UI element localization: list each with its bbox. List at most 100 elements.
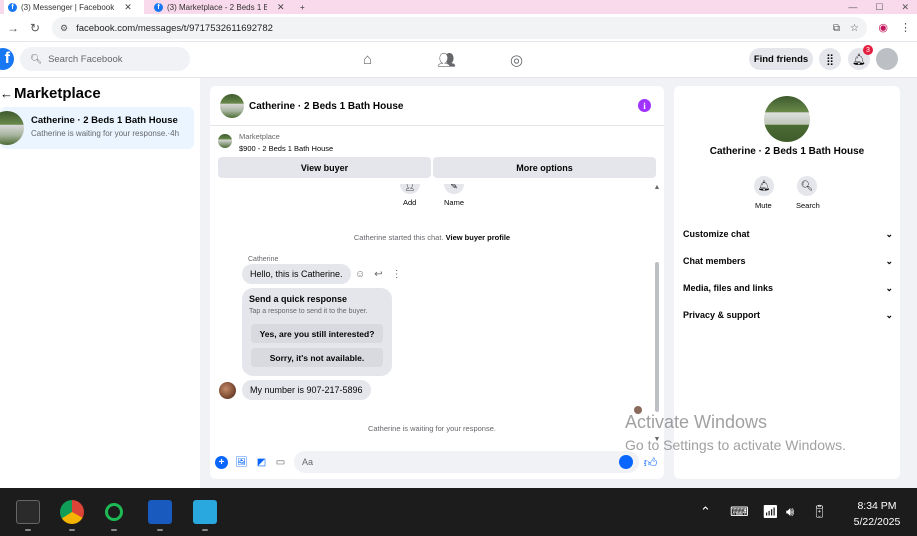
quick-response-option[interactable]: Sorry, it's not available. bbox=[251, 348, 383, 367]
bookmark-star-icon[interactable]: ☆ bbox=[850, 23, 859, 34]
spotify-app-icon[interactable] bbox=[105, 503, 123, 521]
row-label: Privacy & support bbox=[683, 310, 761, 320]
gif-icon[interactable]: ▭ bbox=[274, 456, 287, 469]
add-person-icon[interactable]: 👤︎ bbox=[400, 184, 420, 194]
back-arrow-icon[interactable]: ← bbox=[0, 86, 13, 101]
clock-date: 5/22/2025 bbox=[853, 516, 901, 528]
message-list: 👤︎ Add ✎ Name Catherine started this cha… bbox=[210, 184, 664, 446]
media-files-links-row[interactable]: Media, files and links ⌄ bbox=[683, 283, 893, 294]
browser-tab-strip: f (3) Messenger | Facebook ✕ f (3) Marke… bbox=[0, 0, 917, 14]
sticker-icon[interactable]: ◩ bbox=[255, 456, 268, 469]
message-bubble[interactable]: Hello, this is Catherine. bbox=[242, 264, 351, 284]
scroll-up-icon[interactable]: ▲ bbox=[653, 184, 661, 191]
react-icon[interactable]: ☺ bbox=[355, 269, 365, 280]
profile-icon[interactable]: ◉ bbox=[878, 21, 888, 34]
quick-response-title: Send a quick response bbox=[249, 294, 348, 304]
edit-name-icon[interactable]: ✎ bbox=[444, 184, 464, 194]
facebook-header: f 🔍︎ Search Facebook ⌂ 👥︎ ◎ Find friends… bbox=[0, 42, 917, 78]
more-icon[interactable]: ⋮ bbox=[392, 269, 402, 280]
word-app-icon[interactable] bbox=[148, 500, 172, 524]
message-bubble[interactable]: My number is 907-217-5896 bbox=[242, 380, 371, 400]
address-bar[interactable]: ⚙ facebook.com/messages/t/97175326116927… bbox=[52, 17, 867, 39]
reply-icon[interactable]: ↩ bbox=[374, 269, 382, 280]
facebook-favicon-icon: f bbox=[154, 2, 163, 12]
search-placeholder: Search Facebook bbox=[48, 53, 123, 65]
groups-icon[interactable]: ◎ bbox=[510, 51, 523, 69]
emoji-icon[interactable] bbox=[619, 455, 633, 469]
tab-close-icon[interactable]: ✕ bbox=[277, 2, 285, 13]
plus-icon[interactable]: + bbox=[215, 456, 228, 469]
photo-icon[interactable]: 🖼︎ bbox=[235, 456, 248, 469]
chevron-down-icon: ⌄ bbox=[885, 310, 893, 320]
facebook-logo[interactable]: f bbox=[0, 48, 14, 70]
minimize-icon[interactable]: — bbox=[848, 2, 857, 12]
listing-mini-thumbnail bbox=[218, 134, 232, 148]
quick-response-option[interactable]: Yes, are you still interested? bbox=[251, 324, 383, 343]
started-text: Catherine started this chat. bbox=[353, 233, 444, 242]
install-app-icon[interactable]: ⧉ bbox=[833, 23, 840, 34]
running-indicator bbox=[157, 529, 163, 531]
battery-icon[interactable]: 🔋︎ bbox=[811, 504, 828, 520]
message-input[interactable]: Aa bbox=[294, 451, 639, 473]
menu-grid-icon[interactable]: ⣿ bbox=[819, 48, 841, 70]
maximize-icon[interactable]: ☐ bbox=[875, 2, 883, 13]
forward-icon[interactable]: → bbox=[4, 21, 22, 35]
chevron-down-icon: ⌄ bbox=[885, 256, 893, 266]
keyboard-icon[interactable]: ⌨ bbox=[730, 504, 749, 520]
clock-time: 8:34 PM bbox=[857, 500, 897, 512]
terminal-app-icon[interactable] bbox=[16, 500, 40, 524]
sender-avatar[interactable] bbox=[219, 382, 236, 399]
friends-icon[interactable]: 👥︎ bbox=[437, 51, 456, 69]
mute-icon[interactable]: 🔔︎ bbox=[754, 176, 774, 196]
search-icon[interactable]: 🔍︎ bbox=[797, 176, 817, 196]
listing-price[interactable]: $900 - 2 Beds 1 Bath House bbox=[239, 144, 333, 153]
search-icon: 🔍︎ bbox=[30, 53, 43, 65]
chat-members-row[interactable]: Chat members ⌄ bbox=[683, 256, 893, 267]
listing-thumbnail bbox=[0, 111, 24, 145]
info-title: Catherine · 2 Beds 1 Bath House bbox=[709, 146, 865, 157]
new-tab-button[interactable]: + bbox=[296, 0, 309, 14]
notification-badge: 3 bbox=[863, 45, 873, 55]
view-buyer-profile-link[interactable]: View buyer profile bbox=[446, 233, 510, 242]
address-bar-row: → ↻ ⚙ facebook.com/messages/t/9717532611… bbox=[0, 14, 917, 42]
row-label: Media, files and links bbox=[683, 283, 774, 293]
view-buyer-button[interactable]: View buyer bbox=[218, 157, 431, 178]
tab-marketplace[interactable]: f (3) Marketplace - 2 Beds 1 Bath ✕ bbox=[150, 0, 290, 14]
search-input[interactable]: 🔍︎ Search Facebook bbox=[20, 47, 190, 71]
site-info-icon[interactable]: ⚙ bbox=[60, 23, 68, 34]
chat-title[interactable]: Catherine · 2 Beds 1 Bath House bbox=[249, 101, 403, 112]
conversation-item[interactable]: Catherine · 2 Beds 1 Bath House Catherin… bbox=[0, 107, 194, 149]
activate-windows-subtitle: Go to Settings to activate Windows. bbox=[625, 437, 846, 453]
tab-messenger[interactable]: f (3) Messenger | Facebook ✕ bbox=[4, 0, 144, 14]
volume-icon[interactable]: 🔊︎ bbox=[786, 504, 794, 520]
add-label: Add bbox=[403, 198, 417, 207]
chat-scrollbar[interactable]: ▲ ▼ bbox=[653, 184, 661, 446]
listing-profile-image[interactable] bbox=[764, 96, 810, 142]
system-clock[interactable]: 8:34 PM 5/22/2025 bbox=[842, 498, 912, 530]
close-window-icon[interactable]: ✕ bbox=[901, 2, 909, 13]
conversation-title: Catherine · 2 Beds 1 Bath House bbox=[31, 115, 178, 126]
waiting-text: Catherine is waiting for your response. bbox=[368, 424, 496, 433]
home-icon[interactable]: ⌂ bbox=[363, 51, 372, 68]
mute-label: Mute bbox=[755, 201, 772, 210]
browser-menu-icon[interactable]: ⋮ bbox=[900, 21, 911, 34]
info-icon[interactable]: i bbox=[638, 99, 651, 112]
chat-thumbnail[interactable] bbox=[220, 94, 244, 118]
marketplace-sidebar: ← Marketplace Catherine · 2 Beds 1 Bath … bbox=[0, 78, 200, 488]
wifi-icon[interactable]: 📶︎ bbox=[762, 504, 779, 520]
account-avatar[interactable] bbox=[876, 48, 898, 70]
customize-chat-row[interactable]: Customize chat ⌄ bbox=[683, 229, 893, 240]
more-options-button[interactable]: More options bbox=[433, 157, 656, 178]
privacy-support-row[interactable]: Privacy & support ⌄ bbox=[683, 310, 893, 321]
quick-response-card: Send a quick response Tap a response to … bbox=[242, 288, 392, 376]
reload-icon[interactable]: ↻ bbox=[26, 21, 44, 35]
notepad-app-icon[interactable] bbox=[193, 500, 217, 524]
facebook-favicon-icon: f bbox=[8, 2, 17, 12]
find-friends-button[interactable]: Find friends bbox=[749, 48, 813, 70]
scrollbar-thumb[interactable] bbox=[655, 262, 659, 412]
chrome-app-icon[interactable] bbox=[60, 500, 84, 524]
thumbs-up-icon[interactable]: 👍︎ bbox=[644, 455, 658, 470]
running-indicator bbox=[69, 529, 75, 531]
tab-close-icon[interactable]: ✕ bbox=[124, 2, 132, 13]
tray-expand-icon[interactable]: ⌃ bbox=[700, 504, 711, 520]
